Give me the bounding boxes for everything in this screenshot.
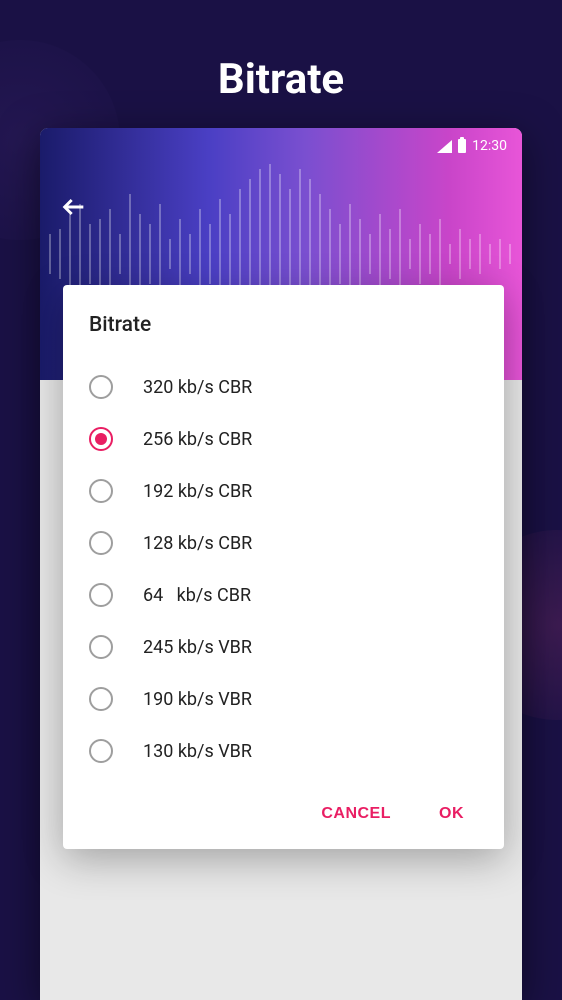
bitrate-option[interactable]: 192 kb/s CBR <box>85 465 482 517</box>
battery-icon <box>458 139 466 153</box>
bitrate-option-label: 128 kb/s CBR <box>143 533 252 554</box>
bitrate-option[interactable]: 130 kb/s VBR <box>85 725 482 777</box>
radio-button-icon <box>89 531 113 555</box>
page-title: Bitrate <box>0 55 562 104</box>
bitrate-option[interactable]: 256 kb/s CBR <box>85 413 482 465</box>
radio-button-icon <box>89 375 113 399</box>
radio-button-icon <box>89 635 113 659</box>
dialog-actions: CANCEL OK <box>85 797 482 831</box>
cancel-button[interactable]: CANCEL <box>317 797 395 831</box>
bitrate-option[interactable]: 64 kb/s CBR <box>85 569 482 621</box>
bitrate-option-label: 320 kb/s CBR <box>143 377 252 398</box>
radio-button-icon <box>89 739 113 763</box>
status-bar: 12:30 <box>437 138 507 154</box>
bitrate-option-label: 64 kb/s CBR <box>143 585 251 606</box>
bitrate-option-label: 190 kb/s VBR <box>143 689 252 710</box>
bitrate-option[interactable]: 190 kb/s VBR <box>85 673 482 725</box>
radio-button-icon <box>89 583 113 607</box>
signal-icon <box>437 140 452 153</box>
back-button[interactable] <box>60 193 88 228</box>
radio-button-icon <box>89 479 113 503</box>
radio-button-icon <box>89 427 113 451</box>
bitrate-options-list: 320 kb/s CBR 256 kb/s CBR 192 kb/s CBR 128 … <box>85 361 482 777</box>
ok-button[interactable]: OK <box>435 797 468 831</box>
dialog-title: Bitrate <box>85 313 482 337</box>
bitrate-option[interactable]: 245 kb/s VBR <box>85 621 482 673</box>
bitrate-dialog: Bitrate 320 kb/s CBR 256 kb/s CBR 192 kb/s… <box>63 285 504 849</box>
bitrate-option-label: 192 kb/s CBR <box>143 481 252 502</box>
bitrate-option-label: 130 kb/s VBR <box>143 741 252 762</box>
bitrate-option-label: 256 kb/s CBR <box>143 429 252 450</box>
status-time: 12:30 <box>472 138 507 154</box>
bitrate-option[interactable]: 128 kb/s CBR <box>85 517 482 569</box>
bitrate-option[interactable]: 320 kb/s CBR <box>85 361 482 413</box>
radio-button-icon <box>89 687 113 711</box>
bitrate-option-label: 245 kb/s VBR <box>143 637 252 658</box>
